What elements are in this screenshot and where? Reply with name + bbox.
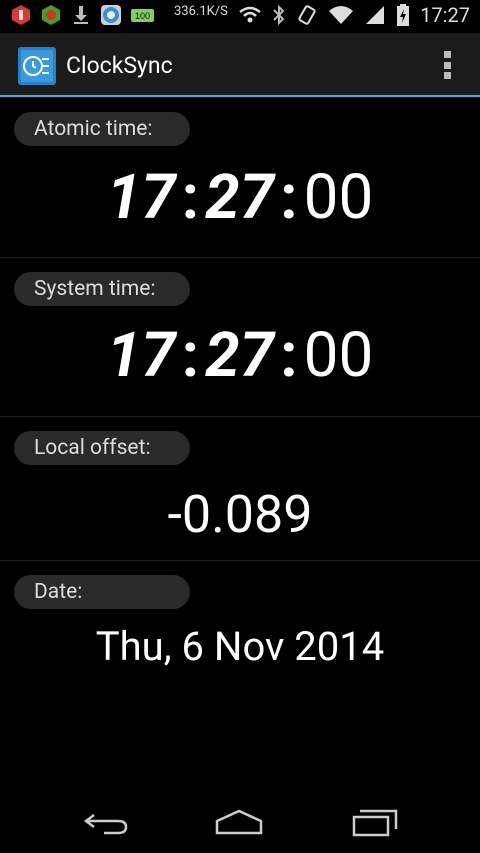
chrome-icon <box>101 5 121 25</box>
status-clock: 17:27 <box>420 3 470 27</box>
bug-icon <box>42 5 60 25</box>
network-speed: 336.1K/S <box>174 4 228 19</box>
status-bar: 100 336.1K/S 17:27 <box>0 0 480 33</box>
atomic-seconds: 00 <box>303 161 374 234</box>
rotate-icon <box>298 5 316 25</box>
date-value: Thu, 6 Nov 2014 <box>95 623 385 670</box>
action-bar: ClockSync <box>0 33 480 97</box>
atomic-sep-1: : <box>181 161 200 234</box>
download-icon <box>74 6 88 24</box>
system-sep-1: : <box>181 319 200 392</box>
system-hours: 17 <box>106 319 176 392</box>
local-offset-label: Local offset: <box>14 431 190 465</box>
wifi-signal-icon <box>329 6 354 24</box>
system-seconds: 00 <box>303 319 374 392</box>
shield-icon <box>12 5 30 25</box>
home-icon[interactable] <box>214 805 264 839</box>
battery-charging-icon <box>397 4 410 26</box>
bluetooth-icon <box>273 4 285 26</box>
action-bar-underline <box>0 95 480 97</box>
atomic-time-label: Atomic time: <box>14 112 190 146</box>
clocksync-app-icon[interactable] <box>18 47 56 85</box>
app-title: ClockSync <box>66 52 173 79</box>
battery-100-icon: 100 <box>131 9 154 22</box>
local-offset-value: -0.089 <box>167 484 313 545</box>
date-label: Date: <box>14 575 190 609</box>
system-sep-2: : <box>280 319 298 392</box>
overflow-menu-icon[interactable] <box>444 51 452 79</box>
navigation-bar <box>0 795 480 853</box>
divider <box>0 560 480 561</box>
atomic-time-value: 17:27:00 <box>0 163 480 233</box>
status-notifications: 100 <box>10 4 156 26</box>
divider <box>0 257 480 258</box>
atomic-hours: 17 <box>106 161 176 234</box>
wifi-icon <box>239 6 261 23</box>
divider <box>0 416 480 417</box>
system-time-value: 17:27:00 <box>0 321 480 391</box>
svg-text:100: 100 <box>135 11 150 21</box>
back-icon[interactable] <box>82 805 132 839</box>
signal-bars-icon <box>366 6 385 24</box>
status-system: 17:27 <box>238 3 470 27</box>
recents-icon[interactable] <box>350 805 400 839</box>
atomic-minutes: 27 <box>205 161 275 234</box>
system-minutes: 27 <box>205 319 275 392</box>
atomic-sep-2: : <box>280 161 298 234</box>
system-time-label: System time: <box>14 272 190 306</box>
